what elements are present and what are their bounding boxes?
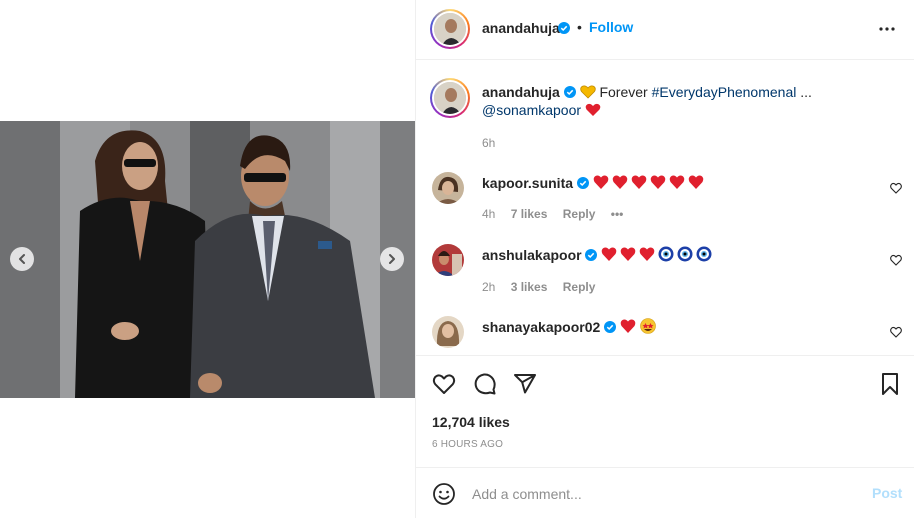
comment-meta: 4h 7 likes Reply ••• xyxy=(482,207,635,221)
yellow-heart-icon xyxy=(579,85,596,99)
caption-mention[interactable]: @sonamkapoor xyxy=(482,102,581,118)
post-photo[interactable] xyxy=(0,121,415,398)
heart-outline-icon[interactable] xyxy=(890,182,902,194)
caption-prefix: Forever xyxy=(599,84,648,100)
comment-likes[interactable]: 7 likes xyxy=(511,207,548,221)
heart-emoji-icon xyxy=(593,175,704,189)
heart-emoji-icon xyxy=(585,103,601,116)
verified-icon xyxy=(585,249,598,261)
separator-dot: • xyxy=(577,19,582,35)
more-icon[interactable] xyxy=(878,20,896,38)
caption-text: anandahuja Forever #EverydayPhenomenal .… xyxy=(482,83,902,119)
post-details-panel: anandahuja • Follow anandahuja Forever #… xyxy=(415,0,914,518)
post-button[interactable]: Post xyxy=(872,485,902,501)
comment-likes[interactable]: 3 likes xyxy=(511,280,548,294)
comment-emojis xyxy=(601,246,715,263)
comment-avatar[interactable] xyxy=(432,316,464,348)
comment-avatar[interactable] xyxy=(432,244,464,276)
comment-text: kapoor.sunita xyxy=(482,174,862,192)
verified-icon xyxy=(604,321,617,333)
comment-avatar[interactable] xyxy=(432,172,464,204)
like-heart-icon[interactable] xyxy=(432,372,456,396)
comment-emojis xyxy=(620,318,658,335)
follow-button[interactable]: Follow xyxy=(589,19,633,35)
comment-username[interactable]: anshulakapoor xyxy=(482,247,582,263)
comment-emojis xyxy=(593,175,707,191)
chevron-left-icon xyxy=(19,254,25,264)
avatar-image xyxy=(432,316,464,348)
heart-and-nazar-emoji-icon xyxy=(602,246,712,262)
share-icon[interactable] xyxy=(513,372,537,396)
likes-count[interactable]: 12,704 likes xyxy=(432,414,510,430)
comment-meta: 2h 3 likes Reply xyxy=(482,280,607,294)
comment-text: shanayakapoor02 xyxy=(482,318,862,336)
avatar-image xyxy=(432,172,464,204)
verified-icon xyxy=(563,86,576,98)
next-image-button[interactable] xyxy=(380,247,404,271)
avatar-image xyxy=(434,13,466,45)
verified-icon xyxy=(558,22,570,34)
comment-username[interactable]: shanayakapoor02 xyxy=(482,319,600,335)
comment-input[interactable] xyxy=(472,484,852,504)
author-avatar[interactable] xyxy=(430,9,470,49)
emoji-icon[interactable] xyxy=(432,482,456,506)
avatar-image xyxy=(432,244,464,276)
chevron-right-icon xyxy=(389,254,395,264)
media-column xyxy=(0,0,415,518)
caption-avatar[interactable] xyxy=(430,78,470,118)
caption-time: 6h xyxy=(482,136,496,150)
post-actions: 12,704 likes 6 hours ago xyxy=(416,355,914,467)
comment-icon[interactable] xyxy=(473,372,497,396)
heart-outline-icon[interactable] xyxy=(890,254,902,266)
comment-username[interactable]: kapoor.sunita xyxy=(482,175,573,191)
reply-button[interactable]: Reply xyxy=(563,280,596,294)
comment-text: anshulakapoor xyxy=(482,246,862,264)
verified-icon xyxy=(576,177,589,189)
caption-meta: 6h xyxy=(482,136,507,150)
caption-ellipsis: ... xyxy=(800,84,812,100)
post-header: anandahuja • Follow xyxy=(416,0,914,60)
photo-illustration xyxy=(0,121,415,398)
comment-more-button[interactable]: ••• xyxy=(611,207,624,221)
reply-button[interactable]: Reply xyxy=(563,207,596,221)
bookmark-icon[interactable] xyxy=(878,372,902,396)
comment-composer: Post xyxy=(416,467,914,518)
author-username[interactable]: anandahuja xyxy=(482,20,560,36)
avatar-image xyxy=(434,82,466,114)
comment-time: 2h xyxy=(482,280,496,294)
heart-outline-icon[interactable] xyxy=(890,326,902,338)
caption-username[interactable]: anandahuja xyxy=(482,84,560,100)
heart-starstruck-emoji-icon xyxy=(620,318,656,334)
caption-hashtag[interactable]: #EverydayPhenomenal xyxy=(652,84,797,100)
post-timestamp: 6 hours ago xyxy=(432,439,504,450)
comment-time: 4h xyxy=(482,207,496,221)
previous-image-button[interactable] xyxy=(10,247,34,271)
